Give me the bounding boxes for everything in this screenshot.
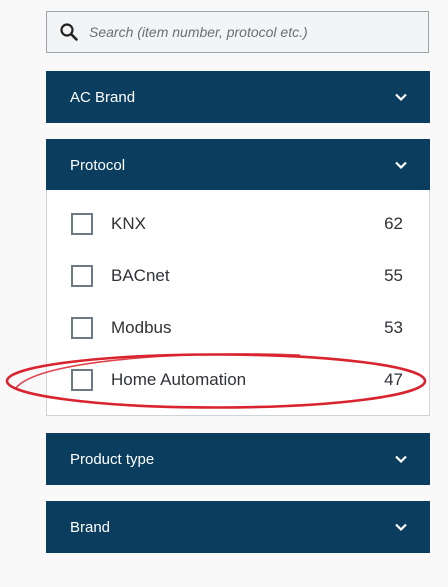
filter-option-knx[interactable]: KNX 62 [71, 211, 403, 237]
checkbox[interactable] [71, 317, 93, 339]
search-input[interactable] [89, 24, 409, 40]
search-icon [59, 22, 79, 42]
filter-panel-protocol: KNX 62 BACnet 55 Modbus 53 Home Automati… [46, 190, 430, 416]
checkbox[interactable] [71, 213, 93, 235]
checkbox[interactable] [71, 265, 93, 287]
filter-option-home-automation[interactable]: Home Automation 47 [71, 367, 403, 393]
chevron-down-icon[interactable] [394, 90, 408, 104]
chevron-down-icon[interactable] [394, 520, 408, 534]
option-label: BACnet [111, 266, 170, 285]
option-label: KNX [111, 214, 146, 233]
filter-title: Brand [70, 518, 111, 536]
option-label: Modbus [111, 318, 172, 337]
filter-title: AC Brand [70, 88, 136, 106]
filter-header-brand[interactable]: Brand [46, 501, 430, 553]
filter-title: Protocol [70, 156, 126, 174]
option-count: 62 [384, 214, 403, 233]
filter-option-bacnet[interactable]: BACnet 55 [71, 263, 403, 289]
filter-option-modbus[interactable]: Modbus 53 [71, 315, 403, 341]
filter-header-product-type[interactable]: Product type [46, 433, 430, 485]
chevron-down-icon[interactable] [394, 452, 408, 466]
filter-title: Product type [70, 450, 155, 468]
option-count: 47 [384, 370, 403, 389]
filter-header-ac-brand[interactable]: AC Brand [46, 71, 430, 123]
search-box[interactable] [46, 11, 429, 53]
option-count: 55 [384, 266, 403, 285]
option-label: Home Automation [111, 370, 247, 389]
chevron-down-icon[interactable] [394, 158, 408, 172]
checkbox[interactable] [71, 369, 93, 391]
filter-header-protocol[interactable]: Protocol [46, 139, 430, 191]
option-count: 53 [384, 318, 403, 337]
